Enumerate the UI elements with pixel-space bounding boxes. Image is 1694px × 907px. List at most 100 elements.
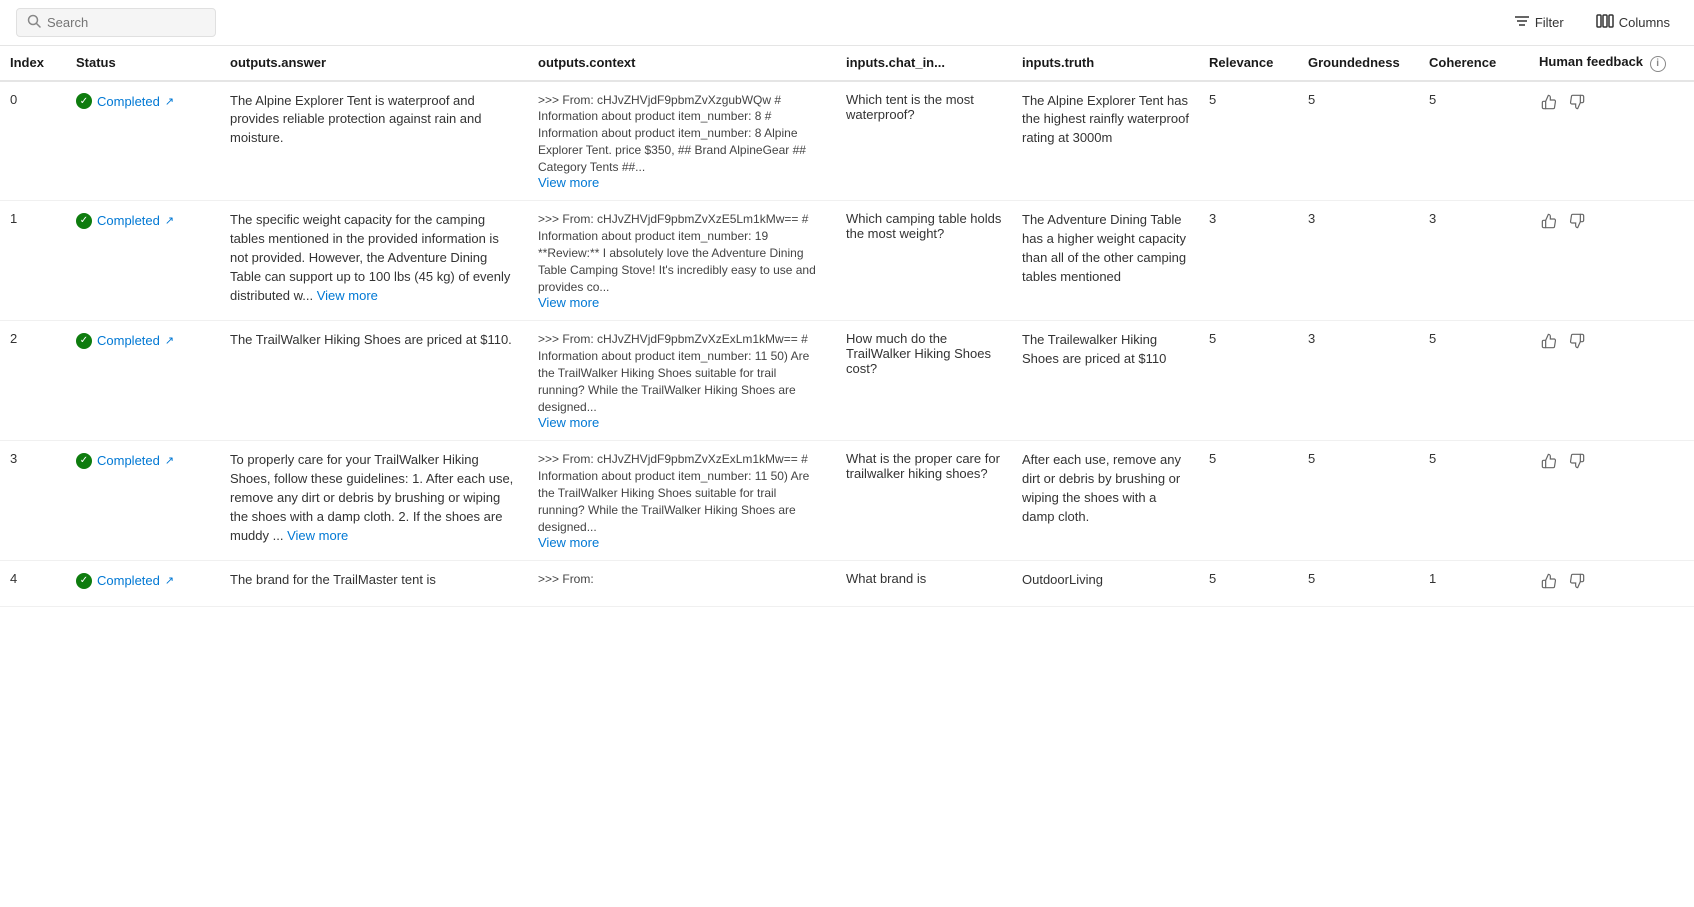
cell-status: ✓ Completed ↗: [66, 81, 220, 201]
cell-relevance: 3: [1199, 201, 1298, 321]
col-header-index: Index: [0, 46, 66, 81]
cell-status: ✓ Completed ↗: [66, 561, 220, 607]
external-link-icon: ↗: [165, 454, 174, 467]
context-view-more[interactable]: View more: [538, 295, 599, 310]
col-header-chat-in: inputs.chat_in...: [836, 46, 1012, 81]
col-header-answer: outputs.answer: [220, 46, 528, 81]
cell-index: 2: [0, 321, 66, 441]
col-header-status: Status: [66, 46, 220, 81]
status-link[interactable]: Completed ↗: [97, 213, 174, 228]
external-link-icon: ↗: [165, 334, 174, 347]
status-link[interactable]: Completed ↗: [97, 573, 174, 588]
cell-index: 4: [0, 561, 66, 607]
context-view-more[interactable]: View more: [538, 415, 599, 430]
cell-chat-in: How much do the TrailWalker Hiking Shoes…: [836, 321, 1012, 441]
data-table-container: Index Status outputs.answer outputs.cont…: [0, 46, 1694, 607]
status-badge: ✓ Completed ↗: [76, 333, 174, 349]
search-input[interactable]: [47, 15, 205, 30]
truth-text: The Adventure Dining Table has a higher …: [1022, 212, 1186, 284]
cell-context: >>> From: cHJvZHVjdF9pbmZvXzE5Lm1kMw== #…: [528, 201, 836, 321]
cell-feedback: [1529, 201, 1694, 321]
thumbs-down-button[interactable]: [1567, 211, 1587, 236]
truth-text: The Trailewalker Hiking Shoes are priced…: [1022, 332, 1166, 366]
thumbs-up-button[interactable]: [1539, 331, 1559, 356]
context-text: >>> From:: [538, 572, 594, 586]
external-link-icon: ↗: [165, 574, 174, 587]
cell-chat-in: Which camping table holds the most weigh…: [836, 201, 1012, 321]
cell-answer: The specific weight capacity for the cam…: [220, 201, 528, 321]
cell-status: ✓ Completed ↗: [66, 321, 220, 441]
truth-text: The Alpine Explorer Tent has the highest…: [1022, 93, 1189, 146]
truth-text: After each use, remove any dirt or debri…: [1022, 452, 1181, 524]
thumbs-up-button[interactable]: [1539, 211, 1559, 236]
toolbar: Filter Columns: [0, 0, 1694, 46]
context-view-more[interactable]: View more: [538, 175, 599, 190]
feedback-info-icon[interactable]: i: [1650, 56, 1666, 72]
answer-view-more[interactable]: View more: [287, 528, 348, 543]
cell-feedback: [1529, 561, 1694, 607]
cell-coherence: 5: [1419, 321, 1529, 441]
cell-groundedness: 5: [1298, 441, 1419, 561]
status-check-icon: ✓: [76, 93, 92, 109]
cell-groundedness: 3: [1298, 201, 1419, 321]
cell-answer: The brand for the TrailMaster tent is: [220, 561, 528, 607]
answer-text: The TrailWalker Hiking Shoes are priced …: [230, 332, 512, 347]
cell-relevance: 5: [1199, 321, 1298, 441]
thumbs-up-button[interactable]: [1539, 451, 1559, 476]
cell-truth: The Trailewalker Hiking Shoes are priced…: [1012, 321, 1199, 441]
cell-index: 3: [0, 441, 66, 561]
cell-chat-in: What is the proper care for trailwalker …: [836, 441, 1012, 561]
thumbs-up-button[interactable]: [1539, 571, 1559, 596]
feedback-icons: [1539, 211, 1684, 236]
data-table: Index Status outputs.answer outputs.cont…: [0, 46, 1694, 607]
context-view-more[interactable]: View more: [538, 535, 599, 550]
cell-relevance: 5: [1199, 561, 1298, 607]
context-text: >>> From: cHJvZHVjdF9pbmZvXzgubWQw # Inf…: [538, 93, 806, 174]
external-link-icon: ↗: [165, 214, 174, 227]
cell-relevance: 5: [1199, 81, 1298, 201]
status-check-icon: ✓: [76, 333, 92, 349]
answer-text: The Alpine Explorer Tent is waterproof a…: [230, 93, 482, 146]
cell-chat-in: Which tent is the most waterproof?: [836, 81, 1012, 201]
status-check-icon: ✓: [76, 453, 92, 469]
status-check-icon: ✓: [76, 213, 92, 229]
table-header-row: Index Status outputs.answer outputs.cont…: [0, 46, 1694, 81]
table-row: 1 ✓ Completed ↗ The specific weight capa…: [0, 201, 1694, 321]
cell-coherence: 5: [1419, 81, 1529, 201]
search-box[interactable]: [16, 8, 216, 37]
cell-index: 0: [0, 81, 66, 201]
context-text: >>> From: cHJvZHVjdF9pbmZvXzE5Lm1kMw== #…: [538, 212, 816, 293]
filter-button[interactable]: Filter: [1506, 10, 1572, 35]
thumbs-up-button[interactable]: [1539, 92, 1559, 117]
cell-relevance: 5: [1199, 441, 1298, 561]
context-text: >>> From: cHJvZHVjdF9pbmZvXzExLm1kMw== #…: [538, 452, 809, 533]
columns-button[interactable]: Columns: [1588, 10, 1678, 35]
truth-text: OutdoorLiving: [1022, 572, 1103, 587]
cell-coherence: 1: [1419, 561, 1529, 607]
cell-context: >>> From:: [528, 561, 836, 607]
thumbs-down-button[interactable]: [1567, 451, 1587, 476]
col-header-truth: inputs.truth: [1012, 46, 1199, 81]
toolbar-right: Filter Columns: [1506, 10, 1678, 35]
thumbs-down-button[interactable]: [1567, 571, 1587, 596]
col-header-feedback: Human feedback i: [1529, 46, 1694, 81]
cell-feedback: [1529, 321, 1694, 441]
cell-truth: The Alpine Explorer Tent has the highest…: [1012, 81, 1199, 201]
status-link[interactable]: Completed ↗: [97, 94, 174, 109]
table-row: 0 ✓ Completed ↗ The Alpine Explorer Tent…: [0, 81, 1694, 201]
filter-label: Filter: [1535, 15, 1564, 30]
cell-chat-in: What brand is: [836, 561, 1012, 607]
thumbs-down-button[interactable]: [1567, 331, 1587, 356]
feedback-icons: [1539, 571, 1684, 596]
status-link[interactable]: Completed ↗: [97, 453, 174, 468]
col-header-context: outputs.context: [528, 46, 836, 81]
cell-context: >>> From: cHJvZHVjdF9pbmZvXzgubWQw # Inf…: [528, 81, 836, 201]
status-link[interactable]: Completed ↗: [97, 333, 174, 348]
answer-view-more[interactable]: View more: [317, 288, 378, 303]
cell-truth: After each use, remove any dirt or debri…: [1012, 441, 1199, 561]
thumbs-down-button[interactable]: [1567, 92, 1587, 117]
search-icon: [27, 14, 41, 31]
feedback-icons: [1539, 92, 1684, 117]
cell-groundedness: 5: [1298, 81, 1419, 201]
table-row: 4 ✓ Completed ↗ The brand for the TrailM…: [0, 561, 1694, 607]
